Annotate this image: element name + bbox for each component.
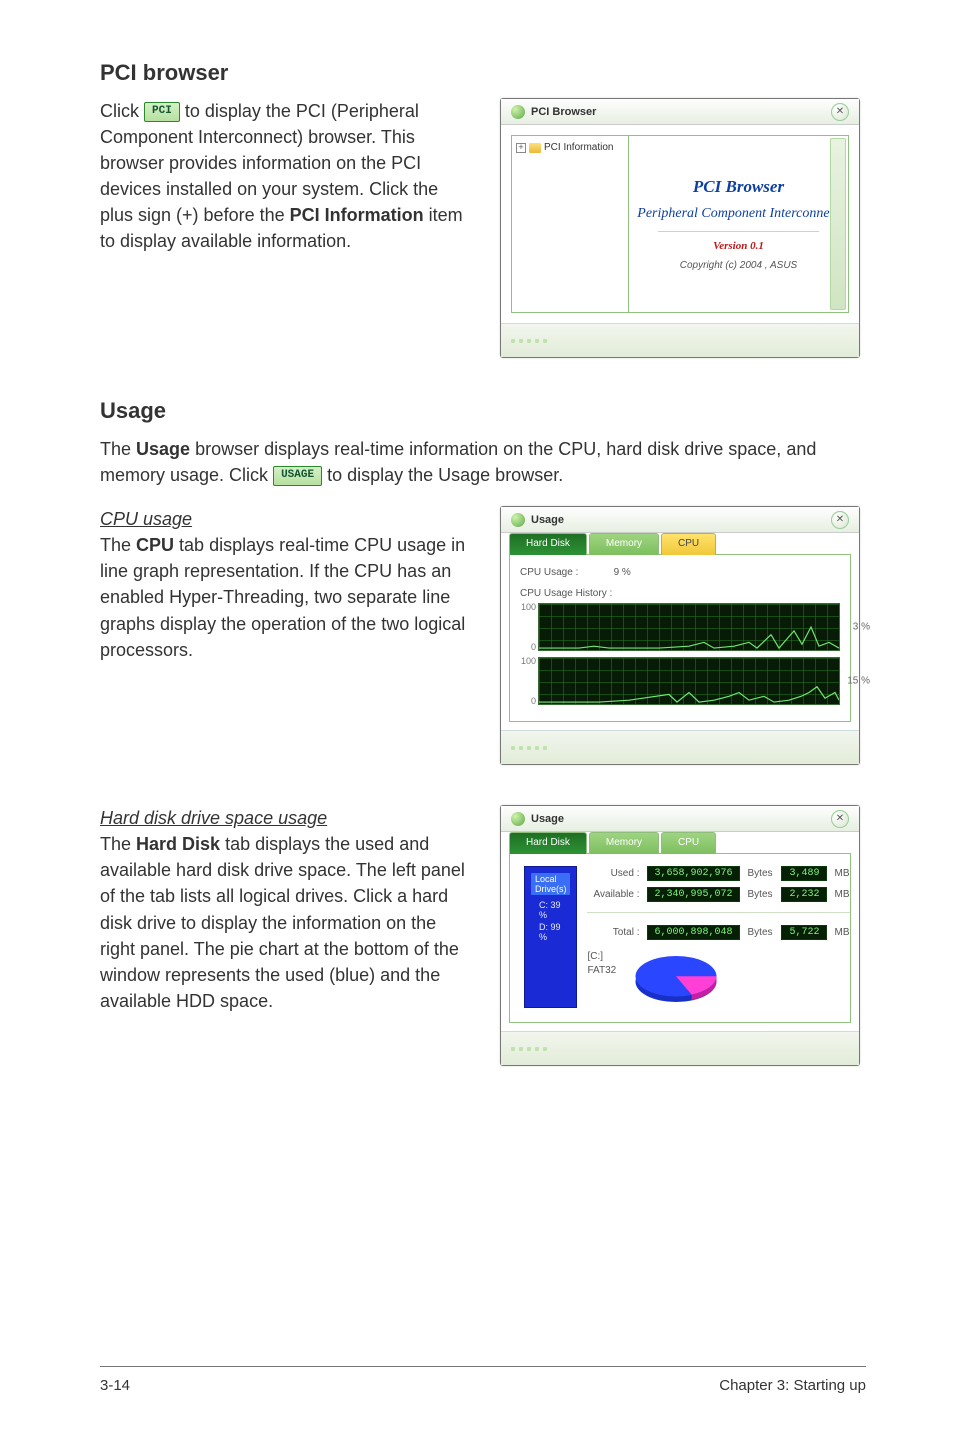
total-label: Total : <box>587 927 639 938</box>
window-footer-dots <box>501 323 859 357</box>
tab-hard-disk[interactable]: Hard Disk <box>509 533 587 555</box>
pci-tree-node-label: PCI Information <box>544 142 613 153</box>
cpu-usage-label: CPU Usage : <box>520 567 578 578</box>
scale-0b: 0 <box>531 696 536 706</box>
usage-cpu-window: Usage ✕ Hard Disk Memory CPU CPU Usage : <box>500 506 860 765</box>
drive-d[interactable]: D: 99 % <box>531 921 570 943</box>
pci-main-title: PCI Browser <box>693 177 784 197</box>
drive-list-caption: Local Drive(s) <box>531 873 570 895</box>
tab-cpu[interactable]: CPU <box>661 832 716 854</box>
total-mb: 5,722 <box>781 925 827 940</box>
usage-cpu-title: Usage <box>531 514 831 526</box>
drive-c[interactable]: C: 39 % <box>531 899 570 921</box>
usage-button-icon: USAGE <box>273 466 322 486</box>
globe-icon <box>511 812 525 826</box>
used-mb: 3,489 <box>781 866 827 881</box>
close-icon[interactable]: ✕ <box>831 103 849 121</box>
usage-intro-3: to display the Usage browser. <box>322 465 563 485</box>
total-bytes: 6,000,898,048 <box>647 925 739 940</box>
scale-100: 100 <box>521 602 536 612</box>
usage-intro-1: The <box>100 439 136 459</box>
unit-mb: MB <box>835 927 850 938</box>
tree-expand-icon[interactable]: + <box>516 143 526 153</box>
chapter-label: Chapter 3: Starting up <box>719 1377 866 1394</box>
pci-paragraph: Click PCI to display the PCI (Peripheral… <box>100 98 476 255</box>
pci-heading: PCI browser <box>100 60 860 86</box>
pie-drive-name: [C:] <box>587 950 616 964</box>
pci-button-icon: PCI <box>144 102 180 122</box>
hd-subheading: Hard disk drive space usage <box>100 805 476 831</box>
cpu-usage-value: 9 <box>585 567 619 578</box>
cpu-usage-unit: % <box>622 567 631 578</box>
pci-copyright: Copyright (c) 2004 , ASUS <box>680 260 797 271</box>
pie-fs: FAT32 <box>587 964 616 978</box>
drive-list[interactable]: Local Drive(s) C: 39 % D: 99 % <box>524 866 577 1008</box>
pci-window: PCI Browser ✕ + PCI Information <box>500 98 860 358</box>
avail-label: Available : <box>587 889 639 900</box>
hd-paragraph: The Hard Disk tab displays the used and … <box>100 831 476 1014</box>
window-footer-dots <box>501 1031 859 1065</box>
hd-para-2: tab displays the used and available hard… <box>100 834 465 1011</box>
hd-para-1: The <box>100 834 136 854</box>
pci-main-sub: Peripheral Component Interconnect <box>637 205 839 223</box>
pci-tree[interactable]: + PCI Information <box>511 135 629 313</box>
avail-bytes: 2,340,995,072 <box>647 887 739 902</box>
usage-intro: The Usage browser displays real-time inf… <box>100 436 860 488</box>
tab-memory[interactable]: Memory <box>589 533 659 555</box>
pci-window-title: PCI Browser <box>531 106 831 118</box>
pci-para-emph: PCI Information <box>290 205 424 225</box>
tab-memory[interactable]: Memory <box>589 832 659 854</box>
globe-icon <box>511 513 525 527</box>
used-bytes: 3,658,902,976 <box>647 866 739 881</box>
cpu-pct-1: 3 % <box>853 622 870 633</box>
pci-version: Version 0.1 <box>713 240 764 252</box>
hd-para-b: Hard Disk <box>136 834 220 854</box>
pci-main-panel: PCI Browser Peripheral Component Interco… <box>629 135 849 313</box>
cpu-para-1: The <box>100 535 136 555</box>
pci-para-prefix: Click <box>100 101 144 121</box>
close-icon[interactable]: ✕ <box>831 810 849 828</box>
page-footer: 3-14 Chapter 3: Starting up <box>100 1366 866 1394</box>
folder-icon <box>529 143 541 153</box>
window-footer-dots <box>501 730 859 764</box>
cpu-paragraph: The CPU tab displays real-time CPU usage… <box>100 532 476 662</box>
cpu-para-b: CPU <box>136 535 174 555</box>
cpu-subheading: CPU usage <box>100 506 476 532</box>
cpu-pct-2: 15 % <box>847 676 870 687</box>
unit-bytes: Bytes <box>748 868 773 879</box>
usage-heading: Usage <box>100 398 860 424</box>
usage-intro-b: Usage <box>136 439 190 459</box>
unit-mb: MB <box>835 889 850 900</box>
avail-mb: 2,232 <box>781 887 827 902</box>
tab-cpu[interactable]: CPU <box>661 533 716 555</box>
used-label: Used : <box>587 868 639 879</box>
close-icon[interactable]: ✕ <box>831 511 849 529</box>
usage-hd-window: Usage ✕ Hard Disk Memory CPU Local Drive… <box>500 805 860 1066</box>
scale-100b: 100 <box>521 656 536 666</box>
scale-0: 0 <box>531 642 536 652</box>
page-number: 3-14 <box>100 1377 130 1394</box>
tab-hard-disk[interactable]: Hard Disk <box>509 832 587 854</box>
unit-bytes: Bytes <box>748 927 773 938</box>
unit-mb: MB <box>835 868 850 879</box>
globe-icon <box>511 105 525 119</box>
cpu-graph-1 <box>538 603 840 651</box>
cpu-graph-2 <box>538 657 840 705</box>
unit-bytes: Bytes <box>748 889 773 900</box>
cpu-history-label: CPU Usage History : <box>520 584 840 601</box>
pie-chart <box>630 950 722 1008</box>
usage-hd-title: Usage <box>531 813 831 825</box>
